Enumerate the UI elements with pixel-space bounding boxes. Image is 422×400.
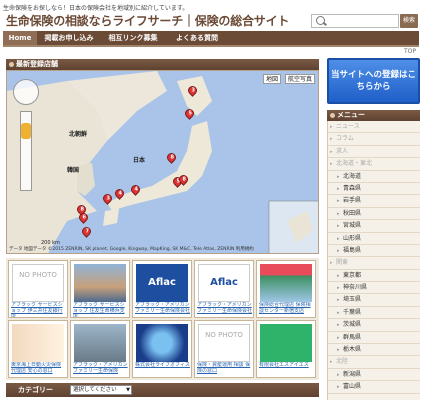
store-link[interactable]: アフラック サービスショップ 伊三井住友銀行店 <box>11 302 67 317</box>
search-button[interactable]: 検索 <box>400 14 418 28</box>
store-link[interactable]: 株式会社ライフオフィス <box>135 362 191 377</box>
sidebar-subitem[interactable]: 岩手県 <box>328 195 420 208</box>
store-link[interactable]: アフラック・アメリカンファミリー生命保険 <box>73 362 129 377</box>
sidebar-subitem[interactable]: 秋田県 <box>328 208 420 221</box>
store-card[interactable]: アフラック・アメリカンファミリー生命保険 <box>70 320 130 378</box>
nav-link-exchange[interactable]: 相互リンク募集 <box>101 31 165 45</box>
store-photo <box>12 324 64 362</box>
sidebar-subitem[interactable]: 茨城県 <box>328 319 420 332</box>
store-link[interactable]: アフラック サービスショップ 住友生命横浜支店 <box>73 302 129 317</box>
store-link[interactable]: 有限会社エスアイエス <box>259 362 315 377</box>
store-card[interactable]: アフラック サービスショップ 住友生命横浜支店 <box>70 260 130 318</box>
sidebar-subitem[interactable]: 福島県 <box>328 245 420 258</box>
category-select[interactable]: 選択してください <box>70 385 132 395</box>
store-link[interactable]: 東京海上日動火災保険 代理店 安心の窓口 <box>11 362 67 377</box>
no-photo-image: NO PHOTO <box>198 324 250 362</box>
nav-home[interactable]: Home <box>3 31 37 45</box>
store-photo <box>74 324 126 362</box>
store-card[interactable]: 東京海上日動火災保険 代理店 安心の窓口 <box>8 320 68 378</box>
store-card[interactable]: Aflac アフラック・アメリカンファミリー生命保険会社 <box>194 260 254 318</box>
site-title[interactable]: 生命保険の相談ならライフサーチ｜保険の総合サイト <box>6 12 289 29</box>
aflac-logo: Aflac <box>198 264 250 302</box>
menu-heading: メニュー <box>327 110 420 121</box>
map-label-japan: 日本 <box>133 157 146 164</box>
map-panel-heading: 最新登録店舗 <box>6 59 319 70</box>
sidebar-item[interactable]: 求人 <box>328 146 420 159</box>
map-type-satellite-button[interactable]: 航空写真 <box>285 74 316 84</box>
store-grid: NO PHOTO アフラック サービスショップ 伊三井住友銀行店 アフラック サ… <box>6 258 319 380</box>
pegman-icon[interactable] <box>21 123 31 139</box>
nav-apply[interactable]: 掲載お申し込み <box>39 31 99 45</box>
sidebar-subitem[interactable]: 千葉県 <box>328 307 420 320</box>
register-button[interactable]: 当サイトへの登録はこちらから <box>327 58 420 104</box>
nav-faq[interactable]: よくある質問 <box>167 31 227 45</box>
sidebar-item[interactable]: 関東 <box>328 257 420 270</box>
store-map[interactable]: 地図 航空写真 北朝鮮 韓国 日本 3 5 8 5 8 4 4 3 8 7 6 … <box>6 70 319 254</box>
top-note: 生命保険をお探しなら！日本の保険会社を地域別に紹介しています。 <box>3 5 189 12</box>
store-card[interactable]: 保険総合代理店 保険相談センター新宿支店 <box>256 260 316 318</box>
map-land <box>7 71 318 253</box>
store-photo <box>136 324 188 362</box>
sidebar-subitem[interactable]: 山形県 <box>328 233 420 245</box>
store-link[interactable]: アフラック・アメリカンファミリー生命保険会社 <box>197 302 253 317</box>
top-link[interactable]: TOP <box>404 48 416 55</box>
map-type-map-button[interactable]: 地図 <box>263 74 282 84</box>
store-card[interactable]: 有限会社エスアイエス <box>256 320 316 378</box>
sidebar-subitem[interactable]: 富山県 <box>328 381 420 394</box>
sidebar-subitem[interactable]: 群馬県 <box>328 332 420 345</box>
sidebar-item[interactable]: 北陸 <box>328 356 420 369</box>
sidebar-subitem[interactable]: 埼玉県 <box>328 294 420 307</box>
map-copyright: データ 地図データ ©2015 ZENRIN, SK planet, Googl… <box>9 247 254 252</box>
store-card[interactable]: NO PHOTO アフラック サービスショップ 伊三井住友銀行店 <box>8 260 68 318</box>
map-label-north-korea: 北朝鮮 <box>69 131 88 138</box>
sidebar-subitem[interactable]: 宮城県 <box>328 220 420 233</box>
store-card[interactable]: Aflac アフラック・アメリカンファミリー生命保険会社 <box>132 260 192 318</box>
sidebar-subitem[interactable]: 北海道 <box>328 171 420 183</box>
store-photo <box>74 264 126 302</box>
sidebar-subitem[interactable]: 栃木県 <box>328 344 420 357</box>
sidebar-menu: ニュースコラム求人北海道・東北北海道青森県岩手県秋田県宮城県山形県福島県関東東京… <box>327 121 420 400</box>
store-card[interactable]: NO PHOTO 保険・資産運用 相談 保険の窓口 <box>194 320 254 378</box>
store-photo <box>260 324 312 362</box>
sidebar-item[interactable]: ニュース <box>328 121 420 134</box>
store-link[interactable]: アフラック・アメリカンファミリー生命保険会社 <box>135 302 191 317</box>
sidebar-subitem[interactable]: 神奈川県 <box>328 282 420 295</box>
sidebar-subitem[interactable]: 新潟県 <box>328 369 420 382</box>
map-label-korea: 韓国 <box>67 167 80 174</box>
map-pan-control[interactable] <box>13 79 39 105</box>
sidebar-item[interactable]: コラム <box>328 133 420 146</box>
store-photo <box>260 264 312 302</box>
store-link[interactable]: 保険・資産運用 相談 保険の窓口 <box>197 362 253 377</box>
category-label: カテゴリー <box>18 386 53 394</box>
no-photo-image: NO PHOTO <box>12 264 64 302</box>
aflac-logo: Aflac <box>136 264 188 302</box>
sidebar-subitem[interactable]: 青森県 <box>328 183 420 196</box>
search-icon <box>316 16 325 25</box>
category-bar: カテゴリー 選択してください <box>6 383 319 397</box>
store-card[interactable]: 株式会社ライフオフィス <box>132 320 192 378</box>
store-link[interactable]: 保険総合代理店 保険相談センター新宿支店 <box>259 302 315 317</box>
sidebar-item[interactable]: 北海道・東北 <box>328 158 420 171</box>
nav-bar: Home 掲載お申し込み 相互リンク募集 よくある質問 <box>3 31 419 47</box>
sidebar-subitem[interactable]: 東京都 <box>328 270 420 283</box>
